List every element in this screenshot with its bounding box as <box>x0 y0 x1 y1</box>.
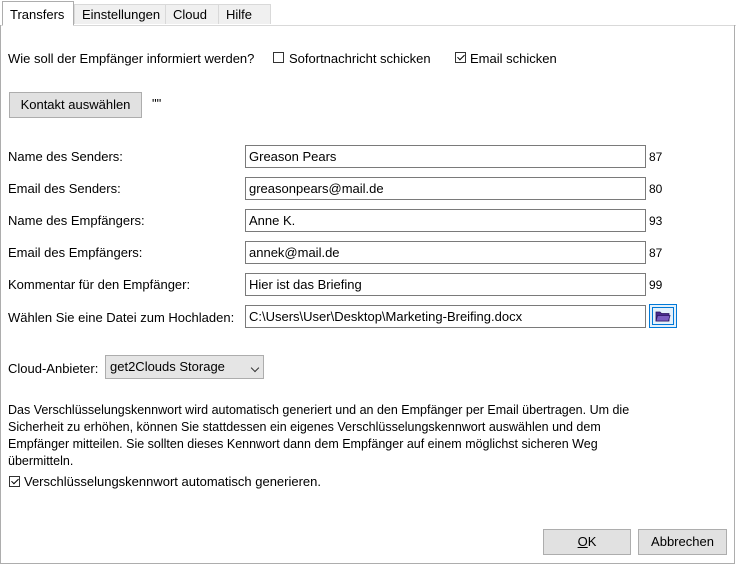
tab-transfers[interactable]: Transfers <box>2 1 74 26</box>
sender-name-input[interactable]: Greason Pears <box>245 145 646 168</box>
selected-contact-value: "" <box>152 96 162 111</box>
sender-email-input[interactable]: greasonpears@mail.de <box>245 177 646 200</box>
comment-input[interactable]: Hier ist das Briefing <box>245 273 646 296</box>
sender-name-label: Name des Senders: <box>8 149 123 164</box>
recipient-name-count: 93 <box>649 214 663 228</box>
email-checkbox[interactable] <box>455 52 466 63</box>
comment-label: Kommentar für den Empfänger: <box>8 277 191 292</box>
recipient-name-input[interactable]: Anne K. <box>245 209 646 232</box>
tab-cloud[interactable]: Cloud <box>165 4 219 24</box>
recipient-email-count: 87 <box>649 246 663 260</box>
folder-icon <box>655 311 671 322</box>
select-contact-button[interactable]: Kontakt auswählen <box>9 92 142 118</box>
tab-strip: Transfers Einstellungen Cloud Hilfe <box>0 0 736 26</box>
autogen-password-label[interactable]: Verschlüsselungskennwort automatisch gen… <box>24 474 321 489</box>
sender-email-count: 80 <box>649 182 663 196</box>
file-label: Wählen Sie eine Datei zum Hochladen: <box>8 310 235 325</box>
ok-button[interactable]: OK <box>543 529 631 555</box>
comment-count: 99 <box>649 278 663 292</box>
sender-email-label: Email des Senders: <box>8 181 121 196</box>
file-path-input[interactable]: C:\Users\User\Desktop\Marketing-Breifing… <box>245 305 646 328</box>
tab-einstellungen[interactable]: Einstellungen <box>74 4 166 24</box>
cloud-provider-value: get2Clouds Storage <box>110 359 225 374</box>
notify-question: Wie soll der Empfänger informiert werden… <box>8 51 255 66</box>
instant-message-label[interactable]: Sofortnachricht schicken <box>289 51 431 66</box>
instant-message-checkbox[interactable] <box>273 52 284 63</box>
chevron-down-icon <box>250 363 260 373</box>
cloud-provider-label: Cloud-Anbieter: <box>8 361 99 376</box>
sender-name-count: 87 <box>649 150 663 164</box>
cloud-provider-select[interactable]: get2Clouds Storage <box>105 355 264 379</box>
recipient-email-input[interactable]: annek@mail.de <box>245 241 646 264</box>
encryption-info-text: Das Verschlüsselungskennwort wird automa… <box>8 403 630 468</box>
autogen-password-checkbox[interactable] <box>9 476 20 487</box>
email-label[interactable]: Email schicken <box>470 51 557 66</box>
browse-file-button[interactable] <box>649 304 677 328</box>
recipient-email-label: Email des Empfängers: <box>8 245 143 260</box>
recipient-name-label: Name des Empfängers: <box>8 213 145 228</box>
tab-hilfe[interactable]: Hilfe <box>218 4 271 24</box>
cancel-button[interactable]: Abbrechen <box>638 529 727 555</box>
